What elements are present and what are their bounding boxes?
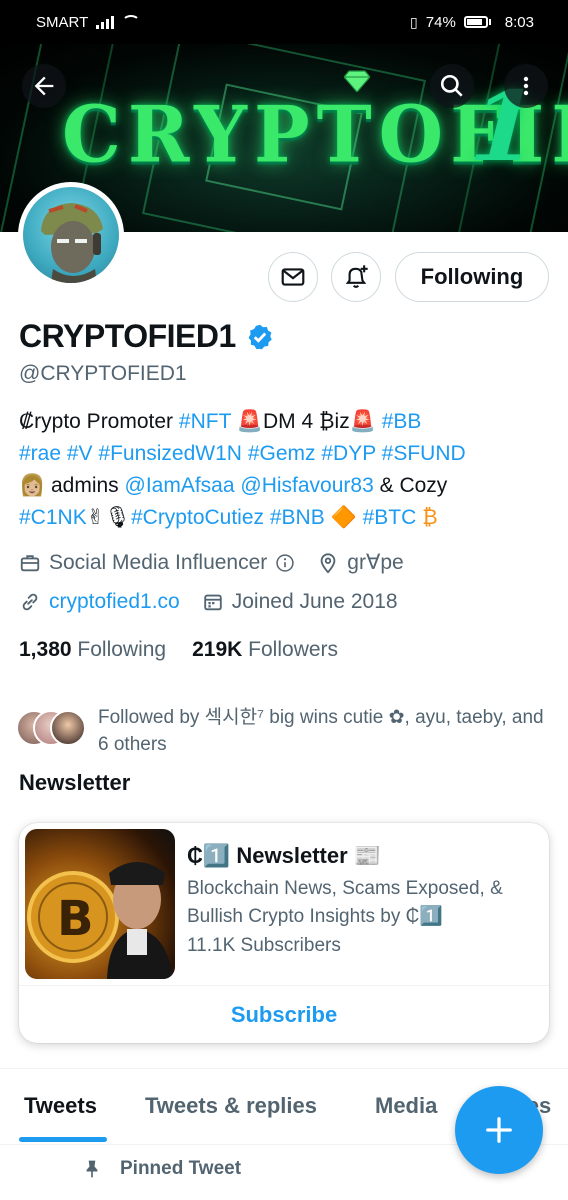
tab-tweets-and-replies[interactable]: Tweets & replies [145, 1093, 317, 1119]
following-count: 1,380 [19, 638, 72, 661]
newsletter-section-title: Newsletter [19, 770, 131, 795]
pinned-tweet-label: Pinned Tweet [120, 1158, 242, 1179]
bio-text: ₡rypto Promoter [19, 410, 179, 433]
hashtag-link[interactable]: #CryptoCutiez [131, 506, 264, 529]
vibrate-icon: ▯ [410, 13, 418, 30]
hashtag-link[interactable]: #BNB [270, 506, 325, 529]
active-tab-indicator [19, 1137, 107, 1142]
calendar-icon [204, 594, 222, 611]
mail-icon [281, 268, 305, 286]
search-icon [440, 74, 463, 97]
following-label: Following [77, 638, 167, 661]
newsletter-image: B [25, 829, 175, 979]
hashtag-link[interactable]: #BB [382, 410, 422, 433]
compose-tweet-button[interactable] [455, 1086, 543, 1174]
mention-link[interactable]: @IamAfsaa [125, 474, 235, 497]
status-bar: SMART ▯ 74% 8:03 [0, 0, 568, 44]
newsletter-subscribers: 11.1K Subscribers [187, 935, 341, 956]
followers-count: 219K [192, 638, 243, 661]
bio-line: ₡rypto Promoter #NFT 🚨DM 4 ₿iz🚨 #BB [19, 406, 554, 438]
followed-by-row[interactable]: Followed by 섹시한⁷ big wins cutie ✿, ayu, … [16, 704, 558, 758]
verified-badge-icon[interactable] [246, 323, 274, 351]
search-button[interactable] [430, 64, 474, 108]
clock: 8:03 [504, 13, 534, 31]
hashtag-link[interactable]: #DYP [321, 442, 375, 465]
carrier-label: SMART [36, 13, 89, 31]
profile-category: Social Media Influencer [49, 550, 268, 574]
followed-by-text: Followed by 섹시한⁷ big wins cutie ✿, ayu, … [98, 707, 544, 755]
briefcase-icon [20, 554, 40, 571]
bio-text: 🚨DM 4 ₿iz🚨 [231, 410, 382, 433]
bio-emoji: 🔶 [324, 506, 363, 529]
bio-text: 👩🏼 admins [19, 474, 125, 497]
profile-website-link[interactable]: cryptofied1.co [49, 590, 180, 614]
hashtag-link[interactable]: #FunsizedW1N [98, 442, 242, 465]
battery-icon [463, 16, 491, 28]
plus-icon [486, 1117, 512, 1143]
bio-line: #rae #V #FunsizedW1N #Gemz #DYP #SFUND [19, 438, 554, 470]
newsletter-card[interactable]: B ₵1️⃣ Newsletter 📰 Blockchain News, Sca… [19, 823, 549, 1043]
following-button[interactable]: Following [395, 252, 549, 302]
bio-text: & Cozy [373, 474, 448, 497]
message-button[interactable] [268, 252, 318, 302]
avatar[interactable] [18, 182, 124, 288]
pinned-tweet-header: Pinned Tweet [82, 1158, 241, 1180]
profile-meta-row-1: Social Media Influencer gr∀pe [19, 550, 404, 575]
hashtag-link[interactable]: #Gemz [248, 442, 316, 465]
info-icon[interactable] [275, 553, 295, 573]
bio-line: #C1NK✌🎙#CryptoCutiez #BNB 🔶 #BTC ₿ [19, 502, 554, 534]
back-arrow-icon [34, 76, 54, 96]
bio-emoji: ₿ [416, 506, 438, 529]
profile-handle: @CRYPTOFIED1 [19, 362, 187, 385]
wifi-icon [122, 15, 141, 29]
bio-emoji: ✌🎙 [86, 506, 131, 529]
bell-plus-icon [345, 265, 368, 288]
diamond-icon [344, 70, 370, 92]
follower-avatars [16, 710, 86, 750]
profile-bio: ₡rypto Promoter #NFT 🚨DM 4 ₿iz🚨 #BB #rae… [19, 406, 554, 534]
profile-location: gr∀pe [347, 551, 404, 574]
followers-count-link[interactable]: 219K Followers [192, 638, 338, 662]
follow-counts: 1,380 Following 219K Followers [19, 638, 338, 662]
hashtag-link[interactable]: #V [67, 442, 93, 465]
pin-icon [86, 1160, 98, 1178]
hashtag-link[interactable]: #C1NK [19, 506, 87, 529]
profile-meta-row-2: cryptofied1.co Joined June 2018 [19, 590, 398, 614]
svg-text:B: B [57, 891, 94, 947]
hashtag-link[interactable]: #SFUND [382, 442, 466, 465]
location-pin-icon [320, 552, 336, 574]
hashtag-link[interactable]: #BTC [363, 506, 417, 529]
more-button[interactable] [504, 64, 548, 108]
newsletter-description: Blockchain News, Scams Exposed, & Bullis… [187, 878, 503, 927]
profile-name-row: CRYPTOFIED1 [19, 318, 274, 355]
subscribe-button[interactable]: Subscribe [19, 986, 549, 1043]
hashtag-link[interactable]: #NFT [179, 410, 231, 433]
hashtag-link[interactable]: #rae [19, 442, 61, 465]
battery-percent: 74% [425, 13, 456, 31]
following-count-link[interactable]: 1,380 Following [19, 638, 166, 662]
signal-icon [96, 15, 115, 29]
tab-tweets[interactable]: Tweets [24, 1093, 97, 1119]
more-vertical-icon [523, 76, 529, 96]
bio-line: 👩🏼 admins @IamAfsaa @Hisfavour83 & Cozy [19, 470, 554, 502]
profile-joined-date: Joined June 2018 [231, 590, 398, 613]
tab-media[interactable]: Media [375, 1093, 437, 1119]
newsletter-title: ₵1️⃣ Newsletter 📰 [187, 843, 382, 868]
link-icon [22, 593, 38, 611]
mention-link[interactable]: @Hisfavour83 [240, 474, 373, 497]
follower-avatar [50, 710, 86, 746]
avatar-image [41, 203, 103, 283]
notifications-button[interactable] [331, 252, 381, 302]
back-button[interactable] [22, 64, 66, 108]
followers-label: Followers [248, 638, 339, 661]
profile-name: CRYPTOFIED1 [19, 318, 236, 354]
